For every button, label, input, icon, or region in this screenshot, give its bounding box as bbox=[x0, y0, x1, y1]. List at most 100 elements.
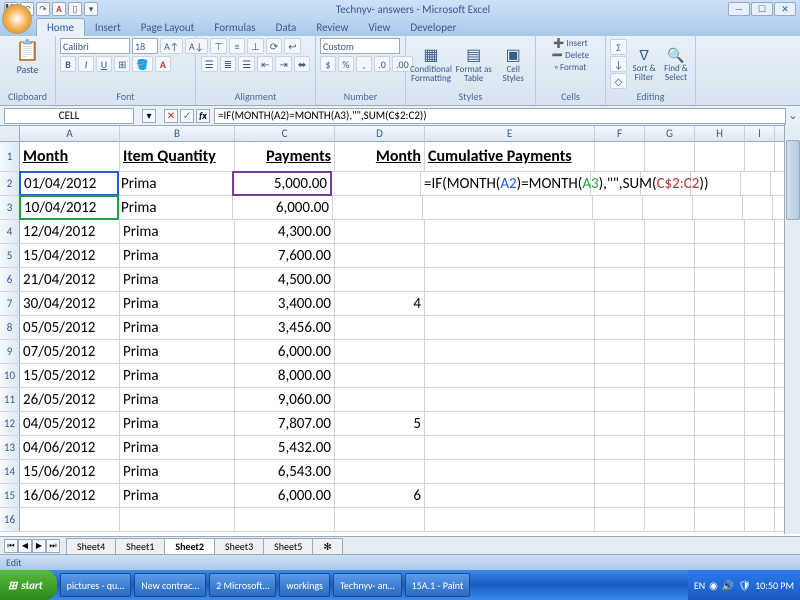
cell[interactable] bbox=[335, 244, 425, 267]
tab-view[interactable]: View bbox=[358, 19, 400, 36]
align-left-icon[interactable]: ☰ bbox=[201, 56, 218, 72]
scrollbar-thumb[interactable] bbox=[786, 140, 800, 220]
row-header[interactable]: 10 bbox=[0, 364, 20, 387]
minimize-button[interactable]: — bbox=[728, 2, 750, 16]
vertical-scrollbar[interactable] bbox=[784, 124, 800, 534]
cell[interactable]: 6,000.00 bbox=[235, 484, 335, 507]
col-header-f[interactable]: F bbox=[595, 126, 645, 141]
align-right-icon[interactable]: ☰ bbox=[238, 56, 255, 72]
col-header-h[interactable]: H bbox=[695, 126, 745, 141]
cell[interactable]: Prima bbox=[120, 268, 235, 291]
sheet-tab[interactable]: Sheet3 bbox=[214, 538, 264, 554]
header-cell[interactable]: Month bbox=[20, 142, 120, 171]
font-size-combo[interactable]: 18 bbox=[132, 38, 158, 54]
sort-filter-button[interactable]: ᐁSort & Filter bbox=[629, 47, 659, 82]
close-button[interactable]: ✕ bbox=[774, 2, 796, 16]
format-as-table-button[interactable]: ▤Format as Table bbox=[454, 45, 494, 83]
align-bottom-icon[interactable]: ⊥ bbox=[247, 38, 264, 54]
sheet-tab[interactable]: Sheet1 bbox=[115, 538, 165, 554]
number-format-combo[interactable]: Custom bbox=[320, 38, 400, 54]
cell[interactable] bbox=[423, 196, 593, 219]
clear-icon[interactable]: ◇ bbox=[610, 73, 627, 89]
expand-formula-icon[interactable]: ⌄ bbox=[786, 109, 800, 122]
taskbar-item[interactable]: workings bbox=[279, 573, 330, 597]
cell[interactable]: Prima bbox=[120, 484, 235, 507]
cell[interactable]: 04/05/2012 bbox=[20, 412, 120, 435]
col-header-d[interactable]: D bbox=[335, 126, 425, 141]
formula-input[interactable]: =IF(MONTH(A2)=MONTH(A3),"",SUM(C$2:C2)) bbox=[214, 108, 786, 124]
cell[interactable]: 9,060.00 bbox=[235, 388, 335, 411]
header-cell[interactable]: Cumulative Payments bbox=[425, 142, 595, 171]
worksheet-grid[interactable]: A B C D E F G H I 1MonthItem QuantityPay… bbox=[0, 126, 800, 536]
col-header-c[interactable]: C bbox=[235, 126, 335, 141]
align-middle-icon[interactable]: ≡ bbox=[229, 38, 245, 54]
insert-cells-button[interactable]: ➕ Insert bbox=[553, 38, 587, 49]
cell[interactable]: 16/06/2012 bbox=[20, 484, 120, 507]
cell[interactable]: 15/06/2012 bbox=[20, 460, 120, 483]
col-header-i[interactable]: I bbox=[745, 126, 775, 141]
cell[interactable]: 4,500.00 bbox=[235, 268, 335, 291]
tab-developer[interactable]: Developer bbox=[400, 19, 466, 36]
indent-dec-icon[interactable]: ⇤ bbox=[257, 56, 273, 72]
row-header[interactable]: 4 bbox=[0, 220, 20, 243]
cell[interactable] bbox=[335, 268, 425, 291]
cell[interactable] bbox=[425, 460, 595, 483]
cell[interactable]: 10/04/2012 bbox=[19, 195, 119, 220]
cell[interactable]: 5 bbox=[335, 412, 425, 435]
office-button[interactable] bbox=[2, 4, 32, 34]
last-sheet-icon[interactable]: ⏭ bbox=[46, 539, 60, 553]
taskbar-item[interactable]: Technyv- an… bbox=[333, 573, 402, 597]
cell[interactable] bbox=[425, 220, 595, 243]
cell[interactable]: Prima bbox=[118, 172, 233, 195]
font-name-combo[interactable]: Calibri bbox=[60, 38, 130, 54]
header-cell[interactable]: Item Quantity bbox=[120, 142, 235, 171]
cell[interactable] bbox=[425, 436, 595, 459]
cell[interactable] bbox=[331, 172, 421, 195]
row-header[interactable]: 5 bbox=[0, 244, 20, 267]
row-header[interactable]: 16 bbox=[0, 508, 20, 531]
cell[interactable]: Prima bbox=[120, 364, 235, 387]
comma-icon[interactable]: , bbox=[356, 56, 372, 72]
cancel-formula-icon[interactable]: ✕ bbox=[164, 109, 178, 123]
cell[interactable]: 5,432.00 bbox=[235, 436, 335, 459]
delete-cells-button[interactable]: ➖ Delete bbox=[552, 50, 589, 61]
cell[interactable]: 30/04/2012 bbox=[20, 292, 120, 315]
sheet-tab[interactable]: Sheet4 bbox=[66, 538, 116, 554]
col-header-g[interactable]: G bbox=[645, 126, 695, 141]
taskbar-item[interactable]: 15A.1 - Paint bbox=[405, 573, 471, 597]
tab-formulas[interactable]: Formulas bbox=[204, 19, 265, 36]
tray-icon[interactable]: ◉ bbox=[709, 579, 718, 592]
row-header[interactable]: 2 bbox=[0, 172, 20, 195]
autosum-icon[interactable]: Σ bbox=[610, 39, 627, 55]
tab-review[interactable]: Review bbox=[306, 19, 358, 36]
cell[interactable] bbox=[425, 268, 595, 291]
cell[interactable]: Prima bbox=[120, 412, 235, 435]
cell[interactable]: 7,807.00 bbox=[235, 412, 335, 435]
sheet-tab[interactable]: Sheet5 bbox=[263, 538, 313, 554]
orientation-icon[interactable]: ⟳ bbox=[266, 38, 282, 54]
cell[interactable] bbox=[425, 316, 595, 339]
header-cell[interactable]: Payments bbox=[235, 142, 335, 171]
cell[interactable]: 4,300.00 bbox=[235, 220, 335, 243]
cell[interactable] bbox=[425, 364, 595, 387]
cell[interactable]: 6,000.00 bbox=[235, 340, 335, 363]
fill-icon[interactable]: ↓ bbox=[610, 56, 627, 72]
row-header[interactable]: 15 bbox=[0, 484, 20, 507]
cell[interactable] bbox=[335, 364, 425, 387]
header-cell[interactable]: Month bbox=[335, 142, 425, 171]
first-sheet-icon[interactable]: ⏮ bbox=[4, 539, 18, 553]
maximize-button[interactable]: ☐ bbox=[751, 2, 773, 16]
row-header[interactable]: 12 bbox=[0, 412, 20, 435]
sheet-tab[interactable]: Sheet2 bbox=[164, 538, 215, 554]
cell[interactable]: 6,543.00 bbox=[235, 460, 335, 483]
tab-insert[interactable]: Insert bbox=[85, 19, 131, 36]
cell[interactable]: 26/05/2012 bbox=[20, 388, 120, 411]
prev-sheet-icon[interactable]: ◀ bbox=[18, 539, 32, 553]
percent-icon[interactable]: % bbox=[338, 56, 354, 72]
cell[interactable]: 3,456.00 bbox=[235, 316, 335, 339]
col-header-a[interactable]: A bbox=[20, 126, 120, 141]
col-header-e[interactable]: E bbox=[425, 126, 595, 141]
col-header-b[interactable]: B bbox=[120, 126, 235, 141]
cell[interactable] bbox=[333, 196, 423, 219]
increase-font-icon[interactable]: A↑ bbox=[160, 38, 183, 54]
